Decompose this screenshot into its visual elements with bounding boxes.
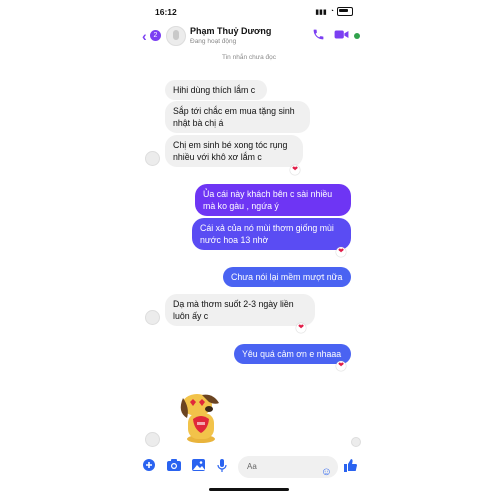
message-incoming[interactable]: Dạ mà thơm suốt 2-3 ngày liền luôn ấy c bbox=[165, 294, 315, 326]
read-receipt-avatar bbox=[351, 437, 361, 447]
message-outgoing[interactable]: Cái xả của nó mùi thơm giống mùi nước ho… bbox=[192, 218, 351, 250]
message-outgoing[interactable]: Chưa nói lại mềm mượt nữa bbox=[223, 267, 351, 287]
battery-icon bbox=[337, 7, 353, 16]
video-icon[interactable] bbox=[334, 28, 349, 44]
thumbs-up-icon[interactable] bbox=[344, 459, 357, 475]
message-input-placeholder: Aa bbox=[247, 462, 257, 471]
unread-divider: Tin nhắn chưa đọc bbox=[222, 54, 276, 61]
contact-avatar-small bbox=[145, 310, 160, 325]
status-icons: ▮▮▮ ◔ bbox=[315, 7, 353, 16]
phone-icon[interactable] bbox=[312, 28, 325, 44]
presence-status: Đang hoạt động bbox=[190, 38, 237, 45]
heart-reaction-icon[interactable]: ❤ bbox=[290, 165, 300, 175]
message-incoming[interactable]: Hihi dùng thích lắm c bbox=[165, 80, 267, 100]
wifi-icon: ◔ bbox=[329, 8, 334, 15]
message-outgoing[interactable]: Ủa cái này khách bên c sài nhiều mà ko g… bbox=[195, 184, 351, 216]
chevron-left-icon[interactable]: ‹ bbox=[142, 28, 147, 44]
chat-screen: 16:12 ▮▮▮ ◔ ‹ 2 Phạm Thuỷ Dương Đang hoạ… bbox=[135, 0, 363, 498]
status-bar: 16:12 ▮▮▮ ◔ bbox=[135, 0, 363, 22]
contact-avatar-small bbox=[145, 151, 160, 166]
microphone-icon[interactable] bbox=[217, 459, 227, 475]
chat-header: ‹ 2 Phạm Thuỷ Dương Đang hoạt động bbox=[135, 20, 363, 52]
camera-icon[interactable] bbox=[167, 459, 181, 474]
signal-icon: ▮▮▮ bbox=[315, 8, 327, 16]
contact-avatar-small bbox=[145, 432, 160, 447]
heart-reaction-icon[interactable]: ❤ bbox=[336, 247, 346, 257]
unread-badge: 2 bbox=[150, 30, 161, 41]
dog-love-sticker[interactable] bbox=[175, 389, 225, 445]
plus-icon[interactable] bbox=[143, 459, 155, 474]
message-incoming[interactable]: Sắp tới chắc em mua tặng sinh nhật bà ch… bbox=[165, 101, 310, 133]
message-outgoing[interactable]: Yêu quá cảm ơn e nhaaa bbox=[234, 344, 351, 364]
online-indicator bbox=[354, 33, 360, 39]
avatar[interactable] bbox=[166, 26, 186, 46]
heart-reaction-icon[interactable]: ❤ bbox=[336, 361, 346, 371]
message-incoming[interactable]: Chị em sinh bé xong tóc rụng nhiều với k… bbox=[165, 135, 303, 167]
message-input[interactable]: Aa ☺ bbox=[238, 456, 338, 478]
status-time: 16:12 bbox=[155, 7, 177, 17]
gallery-icon[interactable] bbox=[192, 459, 205, 474]
heart-reaction-icon[interactable]: ❤ bbox=[296, 323, 306, 333]
emoji-icon[interactable]: ☺ bbox=[321, 461, 332, 483]
message-composer: Aa ☺ bbox=[135, 452, 363, 482]
home-indicator bbox=[209, 488, 289, 491]
contact-name[interactable]: Phạm Thuỷ Dương bbox=[190, 26, 271, 36]
